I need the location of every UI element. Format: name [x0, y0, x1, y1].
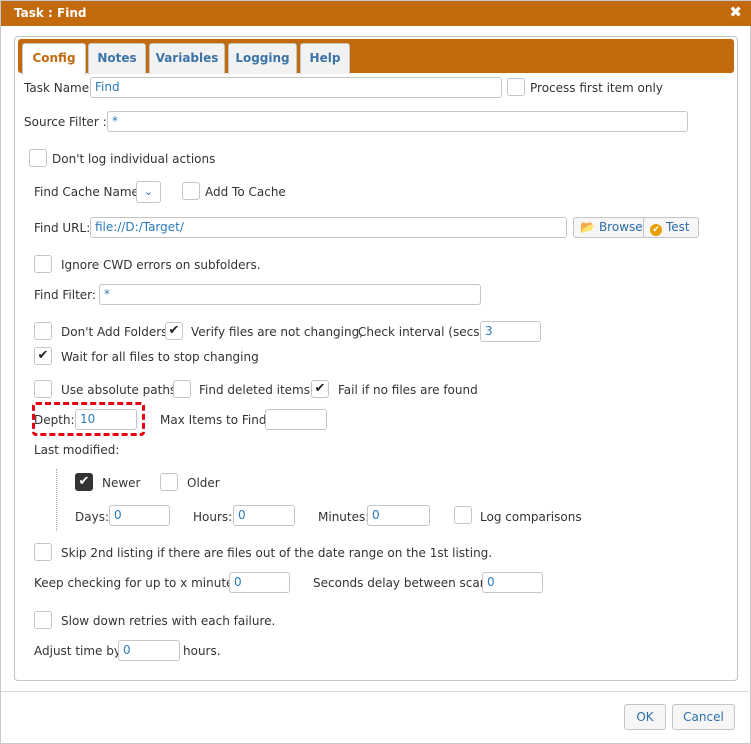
- hours-label: Hours:: [193, 510, 233, 524]
- tab-notes[interactable]: Notes: [88, 43, 146, 74]
- dont-log-checkbox[interactable]: [29, 149, 47, 167]
- find-deleted-checkbox[interactable]: [173, 380, 191, 398]
- fail-no-files-label: Fail if no files are found: [338, 383, 478, 397]
- check-interval-label: Check interval (secs):: [358, 325, 489, 339]
- verify-files-label: Verify files are not changing,: [191, 325, 364, 339]
- slow-down-checkbox[interactable]: [34, 611, 52, 629]
- minutes-label: Minutes:: [318, 510, 370, 524]
- test-button-label: Test: [666, 220, 690, 234]
- fail-no-files-checkbox[interactable]: ✔: [311, 380, 329, 398]
- max-items-label: Max Items to Find:: [160, 413, 271, 427]
- skip-2nd-checkbox[interactable]: [34, 543, 52, 561]
- tab-logging[interactable]: Logging: [228, 43, 297, 74]
- cancel-button[interactable]: Cancel: [672, 704, 735, 730]
- find-filter-input[interactable]: *: [99, 284, 481, 305]
- adjust-time-input[interactable]: 0: [118, 640, 180, 661]
- use-absolute-checkbox[interactable]: [34, 380, 52, 398]
- use-absolute-label: Use absolute paths: [61, 383, 177, 397]
- find-url-label: Find URL:: [34, 221, 91, 235]
- newer-label: Newer: [102, 476, 141, 490]
- find-deleted-label: Find deleted items: [199, 383, 310, 397]
- last-modified-group-line: [56, 469, 57, 531]
- last-modified-label: Last modified:: [34, 443, 120, 457]
- folder-open-icon: 📂: [580, 220, 595, 234]
- wait-all-label: Wait for all files to stop changing: [61, 350, 259, 364]
- newer-radio[interactable]: ✔: [75, 473, 93, 491]
- older-label: Older: [187, 476, 220, 490]
- close-icon[interactable]: ✖: [729, 4, 742, 20]
- max-items-input[interactable]: [265, 409, 327, 430]
- source-filter-input[interactable]: *: [107, 111, 688, 132]
- verify-files-checkbox[interactable]: ✔: [165, 322, 183, 340]
- browse-button-label: Browse: [598, 220, 643, 234]
- check-circle-icon: ✔: [650, 224, 662, 236]
- ignore-cwd-checkbox[interactable]: [34, 255, 52, 273]
- process-first-label: Process first item only: [530, 81, 663, 95]
- log-comparisons-label: Log comparisons: [480, 510, 582, 524]
- source-filter-label: Source Filter :: [24, 115, 107, 129]
- task-name-input[interactable]: Find: [90, 77, 502, 98]
- find-cache-select[interactable]: ⌄: [136, 181, 161, 203]
- hours-suffix-label: hours.: [183, 644, 221, 658]
- slow-down-label: Slow down retries with each failure.: [61, 614, 276, 628]
- tab-variables[interactable]: Variables: [149, 43, 225, 74]
- seconds-delay-label: Seconds delay between scans:: [313, 576, 498, 590]
- log-comparisons-checkbox[interactable]: [454, 506, 472, 524]
- task-name-label: Task Name:: [24, 81, 94, 95]
- adjust-time-label: Adjust time by: [34, 644, 121, 658]
- dont-add-folders-label: Don't Add Folders: [61, 325, 168, 339]
- find-task-dialog: Task : Find ✖ Config Notes Variables Log…: [0, 0, 751, 744]
- tab-bar: Config Notes Variables Logging Help: [18, 39, 734, 75]
- chevron-down-icon: ⌄: [143, 185, 154, 198]
- dont-add-folders-checkbox[interactable]: [34, 322, 52, 340]
- find-url-input[interactable]: file://D:/Target/: [90, 217, 567, 238]
- test-button[interactable]: ✔ Test: [643, 217, 699, 238]
- find-cache-name-label: Find Cache Name:: [34, 185, 143, 199]
- depth-highlight-annotation: [32, 402, 145, 436]
- add-to-cache-checkbox[interactable]: [182, 182, 200, 200]
- older-radio[interactable]: [160, 473, 178, 491]
- find-filter-label: Find Filter:: [34, 288, 96, 302]
- title-bar: Task : Find ✖: [1, 1, 751, 26]
- tab-config[interactable]: Config: [22, 43, 86, 75]
- dialog-title: Task : Find: [14, 6, 87, 20]
- browse-button[interactable]: 📂 Browse: [573, 217, 650, 238]
- check-interval-input[interactable]: 3: [480, 321, 541, 342]
- wait-all-checkbox[interactable]: ✔: [34, 347, 52, 365]
- dont-log-label: Don't log individual actions: [52, 152, 216, 166]
- hours-input[interactable]: 0: [233, 505, 295, 526]
- tab-help[interactable]: Help: [300, 43, 350, 74]
- minutes-input[interactable]: 0: [367, 505, 430, 526]
- seconds-delay-input[interactable]: 0: [482, 572, 543, 593]
- add-to-cache-label: Add To Cache: [205, 185, 286, 199]
- days-label: Days:: [75, 510, 109, 524]
- days-input[interactable]: 0: [109, 505, 170, 526]
- ok-button[interactable]: OK: [624, 704, 666, 730]
- keep-checking-input[interactable]: 0: [229, 572, 290, 593]
- skip-2nd-label: Skip 2nd listing if there are files out …: [61, 546, 493, 560]
- ignore-cwd-label: Ignore CWD errors on subfolders.: [61, 258, 261, 272]
- footer-divider: [1, 691, 751, 692]
- process-first-checkbox[interactable]: [507, 78, 525, 96]
- keep-checking-label: Keep checking for up to x minutes:: [34, 576, 244, 590]
